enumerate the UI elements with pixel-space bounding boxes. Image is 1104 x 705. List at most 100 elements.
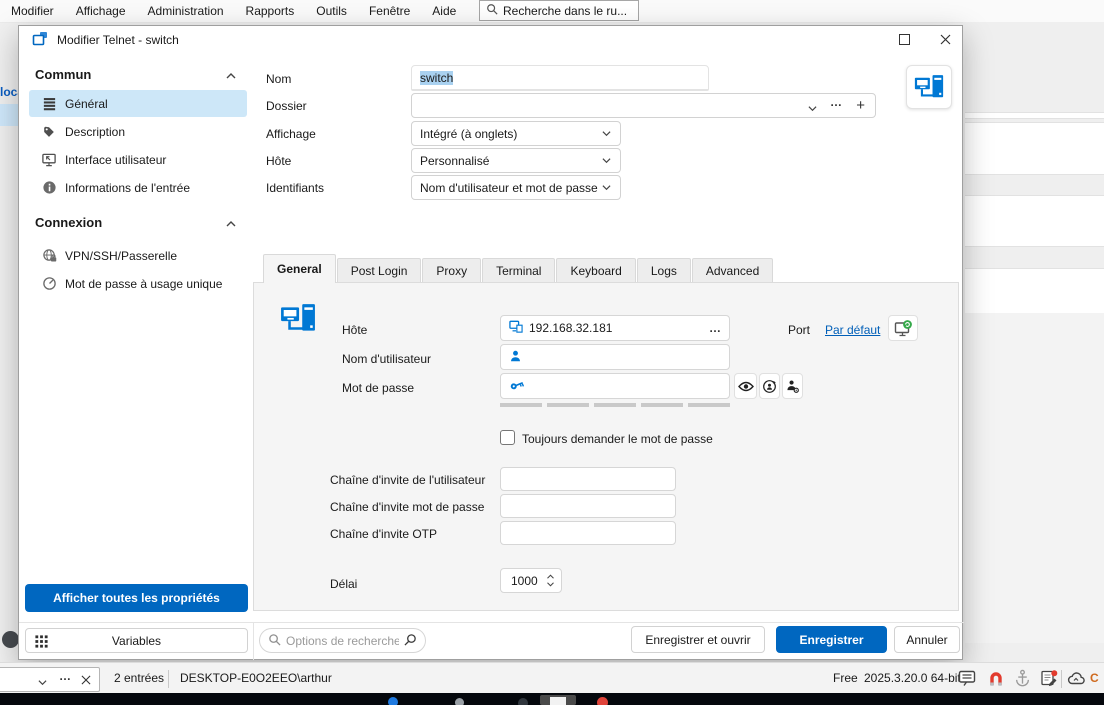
close-icon	[81, 675, 91, 685]
feedback-icon[interactable]	[958, 670, 976, 690]
rotate-user-icon	[762, 379, 777, 394]
menu-modifier[interactable]: Modifier	[0, 0, 65, 22]
footer-vertical-divider	[253, 623, 254, 660]
taskbar-active-app[interactable]	[540, 695, 576, 705]
sidebar-item-description[interactable]: Description	[29, 118, 247, 145]
strength-segment	[688, 403, 730, 407]
taskbar-app-icon[interactable]	[597, 697, 608, 705]
dialog-titlebar[interactable]: Modifier Telnet - switch	[19, 26, 962, 53]
sidebar-item-otp[interactable]: Mot de passe à usage unique	[29, 270, 247, 297]
sidebar-item-label: VPN/SSH/Passerelle	[65, 249, 177, 263]
password-input[interactable]	[500, 373, 730, 399]
globe-lock-icon	[41, 248, 57, 264]
dossier-combobox[interactable]: … +	[411, 93, 876, 118]
affichage-dropdown[interactable]: Intégré (à onglets)	[411, 121, 621, 146]
save-and-open-button[interactable]: Enregistrer et ouvrir	[631, 626, 765, 653]
strength-segment	[641, 403, 683, 407]
prompt-otp-input[interactable]	[500, 521, 676, 545]
prompt-otp-label: Chaîne d'invite OTP	[330, 527, 437, 541]
show-all-properties-button[interactable]: Afficher toutes les propriétés	[25, 584, 248, 612]
username-label: Nom d'utilisateur	[342, 352, 431, 366]
prompt-password-input[interactable]	[500, 494, 676, 518]
chevron-down-icon[interactable]	[37, 676, 48, 690]
reveal-password-button[interactable]	[734, 373, 757, 399]
filter-box[interactable]: …	[0, 667, 100, 692]
port-default-link[interactable]: Par défaut	[825, 323, 880, 337]
variables-button[interactable]: Variables	[25, 628, 248, 653]
tab-logs[interactable]: Logs	[637, 258, 691, 283]
prompt-user-input[interactable]	[500, 467, 676, 491]
sidebar-item-informations[interactable]: Informations de l'entrée	[29, 174, 247, 201]
hote-mode-dropdown[interactable]: Personnalisé	[411, 148, 621, 173]
tab-terminal[interactable]: Terminal	[482, 258, 555, 283]
tab-proxy[interactable]: Proxy	[422, 258, 481, 283]
username-input[interactable]	[500, 344, 730, 370]
prompt-password-label: Chaîne d'invite mot de passe	[330, 500, 484, 514]
chevron-down-icon[interactable]	[807, 102, 818, 116]
taskbar-app-icon[interactable]	[518, 698, 528, 705]
host-browse-button[interactable]: …	[709, 321, 721, 335]
sidebar-item-general[interactable]: Général	[29, 90, 247, 117]
dossier-browse-button[interactable]: …	[830, 95, 842, 109]
menu-outils[interactable]: Outils	[305, 0, 358, 22]
tab-keyboard[interactable]: Keyboard	[556, 258, 635, 283]
menu-rapports[interactable]: Rapports	[235, 0, 306, 22]
background-right-panel	[963, 22, 1104, 662]
taskbar-app-icon[interactable]	[388, 697, 398, 705]
chevron-down-icon	[546, 581, 555, 587]
save-button[interactable]: Enregistrer	[776, 626, 887, 653]
collapse-commun-button[interactable]	[225, 70, 237, 84]
hote-mode-label: Hôte	[266, 154, 291, 168]
tab-general[interactable]: General	[263, 254, 336, 283]
chevron-down-icon	[601, 154, 612, 168]
always-ask-password-checkbox[interactable]	[500, 430, 515, 445]
test-connection-button[interactable]	[888, 315, 918, 341]
computer-icon	[914, 74, 944, 101]
generate-password-button[interactable]	[759, 373, 780, 399]
menu-aide[interactable]: Aide	[421, 0, 467, 22]
identifiants-value: Nom d'utilisateur et mot de passe	[420, 181, 598, 195]
menu-fenetre[interactable]: Fenêtre	[358, 0, 421, 22]
chevron-down-icon	[601, 127, 612, 141]
strength-segment	[594, 403, 636, 407]
tab-advanced[interactable]: Advanced	[692, 258, 773, 283]
delay-spinner[interactable]: 1000	[500, 568, 562, 593]
search-submit-icon[interactable]	[404, 633, 417, 649]
notes-icon[interactable]	[1040, 669, 1058, 690]
close-button[interactable]	[927, 26, 963, 53]
identity-text[interactable]: DESKTOP-E0O2EEO\arthur	[180, 663, 332, 694]
filter-more-button[interactable]: …	[59, 669, 71, 683]
identifiants-dropdown[interactable]: Nom d'utilisateur et mot de passe	[411, 175, 621, 200]
cancel-button[interactable]: Annuler	[894, 626, 960, 653]
monitor-icon	[41, 152, 57, 168]
search-options-input[interactable]	[286, 634, 399, 648]
window-icon	[550, 697, 566, 705]
taskbar[interactable]	[0, 693, 1104, 705]
magnet-icon[interactable]	[987, 669, 1005, 691]
clear-filter-button[interactable]	[81, 674, 91, 688]
maximize-icon	[899, 34, 910, 45]
menu-affichage[interactable]: Affichage	[65, 0, 137, 22]
sidebar-item-interface-utilisateur[interactable]: Interface utilisateur	[29, 146, 247, 173]
anchor-icon[interactable]	[1014, 669, 1031, 690]
chevron-up-icon	[546, 574, 555, 580]
taskbar-app-icon[interactable]	[455, 698, 464, 705]
credentials-manager-button[interactable]	[782, 373, 803, 399]
spinner-arrows[interactable]	[546, 574, 555, 587]
nom-input[interactable]: switch	[411, 65, 709, 91]
tab-strip: General Post Login Proxy Terminal Keyboa…	[263, 255, 774, 283]
maximize-button[interactable]	[881, 26, 927, 53]
cloud-sync-icon[interactable]	[1067, 670, 1086, 690]
search-options-field[interactable]	[259, 628, 426, 653]
close-icon	[940, 34, 951, 45]
hote-mode-value: Personnalisé	[420, 154, 489, 168]
ribbon-search-input[interactable]: Recherche dans le ru...	[479, 0, 639, 21]
bg-band	[965, 112, 1104, 119]
menu-administration[interactable]: Administration	[137, 0, 235, 22]
collapse-connexion-button[interactable]	[225, 218, 237, 232]
cloud-label: C	[1090, 663, 1099, 694]
tab-post-login[interactable]: Post Login	[337, 258, 422, 283]
dossier-add-button[interactable]: +	[856, 97, 865, 114]
sidebar-item-vpn-ssh-passerelle[interactable]: VPN/SSH/Passerelle	[29, 242, 247, 269]
host-input[interactable]: 192.168.32.181 …	[500, 315, 730, 341]
